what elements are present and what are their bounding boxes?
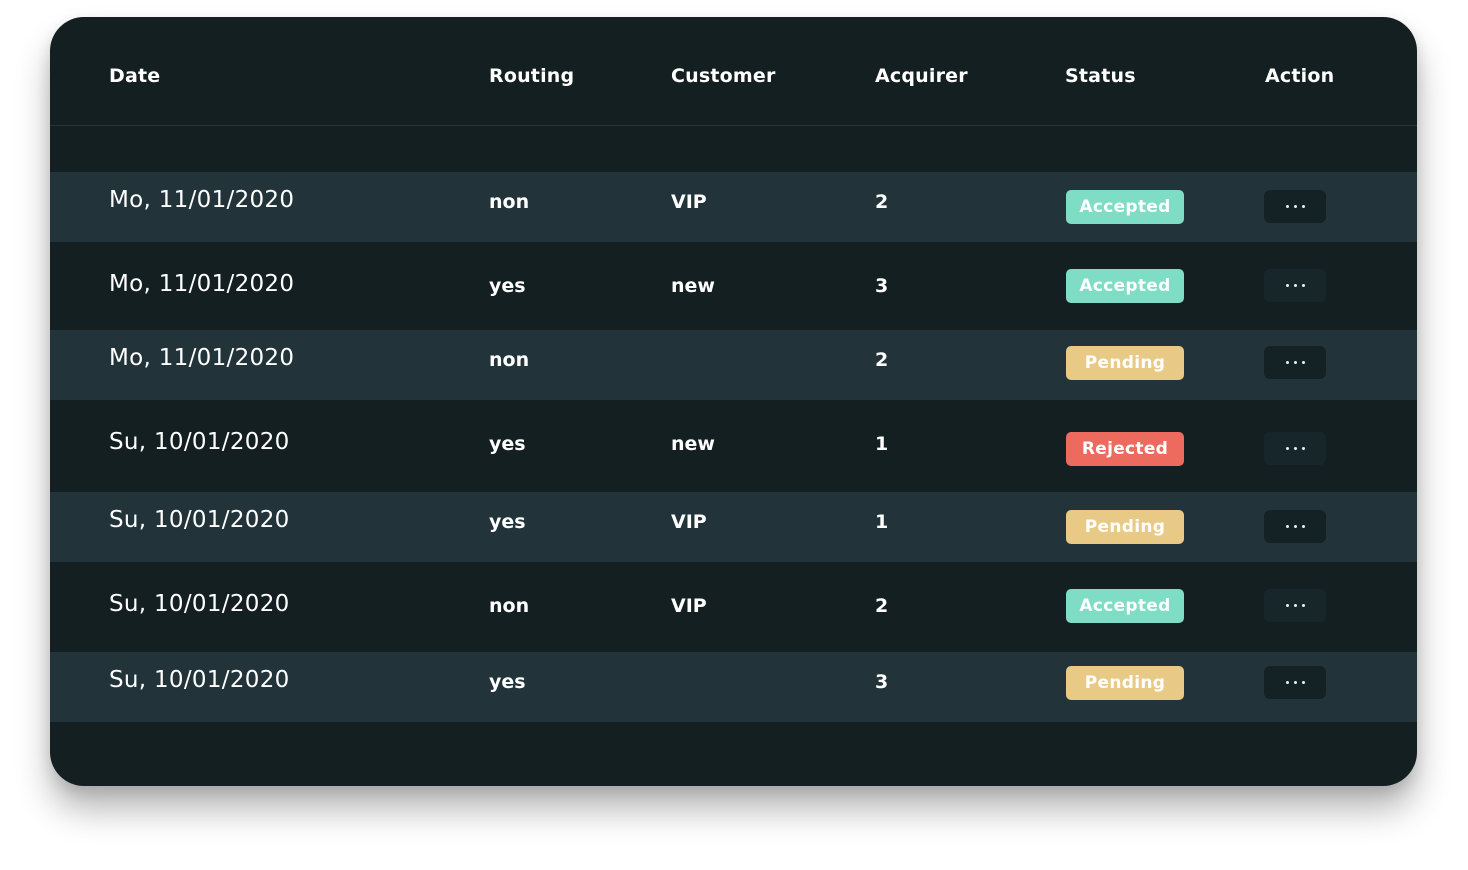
transactions-card: Date Routing Customer Acquirer Status Ac… [50,17,1417,786]
column-header-status[interactable]: Status [1065,65,1136,87]
cell-acquirer: 3 [875,671,889,693]
dot-shape [1293,361,1297,364]
cell-date: Mo, 11/01/2020 [109,187,295,213]
status-badge: Accepted [1066,190,1184,224]
cell-routing: yes [489,275,526,297]
table-row[interactable]: Su, 10/01/2020 non VIP 2 Accepted [50,562,1417,652]
cell-acquirer: 2 [875,349,889,371]
cell-customer: new [671,275,715,297]
dot-shape [1285,681,1289,684]
cell-date: Mo, 11/01/2020 [109,271,295,297]
cell-routing: yes [489,511,526,533]
table-row[interactable]: Su, 10/01/2020 yes 3 Pending [50,652,1417,722]
dot-shape [1293,447,1297,450]
table-row[interactable]: Mo, 11/01/2020 non VIP 2 Accepted [50,172,1417,242]
cell-date: Su, 10/01/2020 [109,667,290,693]
column-header-action: Action [1265,65,1335,87]
dot-shape [1301,284,1305,287]
more-horizontal-icon [1264,510,1326,543]
row-actions-button[interactable] [1264,346,1326,379]
status-badge: Rejected [1066,432,1184,466]
cell-date: Su, 10/01/2020 [109,591,290,617]
cell-customer: new [671,433,715,455]
cell-date: Su, 10/01/2020 [109,429,290,455]
status-badge: Pending [1066,510,1184,544]
dot-shape [1285,361,1289,364]
dot-shape [1293,525,1297,528]
column-header-acquirer[interactable]: Acquirer [875,65,968,87]
cell-acquirer: 1 [875,433,889,455]
more-horizontal-icon [1264,666,1326,699]
cell-customer: VIP [671,595,707,617]
dot-shape [1301,681,1305,684]
dot-shape [1285,604,1289,607]
cell-acquirer: 3 [875,275,889,297]
dot-shape [1293,284,1297,287]
dot-shape [1301,205,1305,208]
cell-routing: non [489,595,530,617]
row-actions-button[interactable] [1264,190,1326,223]
row-actions-button[interactable] [1264,666,1326,699]
more-horizontal-icon [1264,589,1326,622]
cell-routing: non [489,191,530,213]
dot-shape [1293,604,1297,607]
dot-shape [1301,604,1305,607]
cell-customer: VIP [671,511,707,533]
table-row[interactable]: Su, 10/01/2020 yes VIP 1 Pending [50,492,1417,562]
cell-date: Su, 10/01/2020 [109,507,290,533]
column-header-customer[interactable]: Customer [671,65,776,87]
status-badge: Accepted [1066,589,1184,623]
status-badge: Pending [1066,346,1184,380]
row-actions-button[interactable] [1264,589,1326,622]
table-row[interactable]: Su, 10/01/2020 yes new 1 Rejected [50,400,1417,492]
dot-shape [1301,447,1305,450]
more-horizontal-icon [1264,432,1326,465]
cell-customer: VIP [671,191,707,213]
dot-shape [1285,525,1289,528]
cell-acquirer: 2 [875,191,889,213]
dot-shape [1293,205,1297,208]
dot-shape [1301,525,1305,528]
more-horizontal-icon [1264,269,1326,302]
cell-acquirer: 2 [875,595,889,617]
cell-routing: yes [489,433,526,455]
row-actions-button[interactable] [1264,432,1326,465]
dot-shape [1293,681,1297,684]
status-badge: Pending [1066,666,1184,700]
row-actions-button[interactable] [1264,510,1326,543]
cell-routing: non [489,349,530,371]
cell-routing: yes [489,671,526,693]
table-row[interactable]: Mo, 11/01/2020 yes new 3 Accepted [50,242,1417,330]
more-horizontal-icon [1264,346,1326,379]
more-horizontal-icon [1264,190,1326,223]
column-header-routing[interactable]: Routing [489,65,574,87]
column-header-date[interactable]: Date [109,65,160,87]
dot-shape [1285,284,1289,287]
cell-acquirer: 1 [875,511,889,533]
status-badge: Accepted [1066,269,1184,303]
cell-date: Mo, 11/01/2020 [109,345,295,371]
table-header: Date Routing Customer Acquirer Status Ac… [50,17,1417,126]
table-row[interactable]: Mo, 11/01/2020 non 2 Pending [50,330,1417,400]
dot-shape [1301,361,1305,364]
row-actions-button[interactable] [1264,269,1326,302]
dot-shape [1285,205,1289,208]
dot-shape [1285,447,1289,450]
